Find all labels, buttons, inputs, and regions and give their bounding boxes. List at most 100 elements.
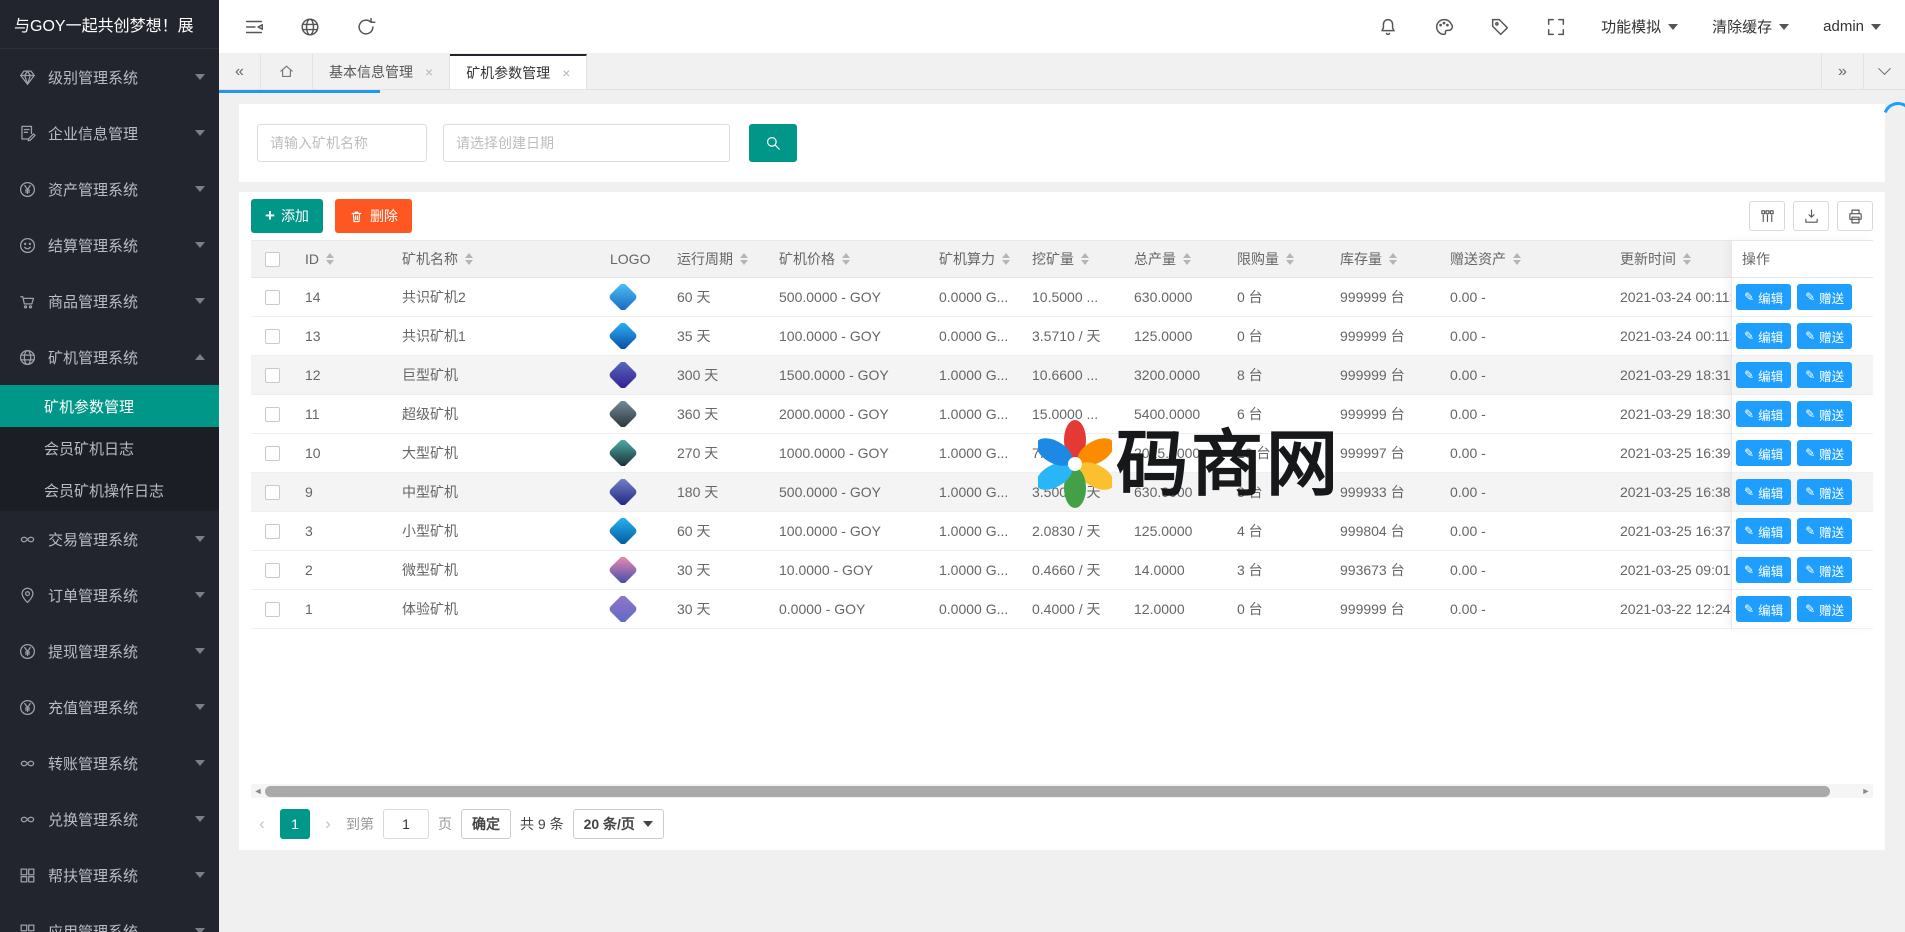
goto-page-input[interactable] — [383, 809, 429, 839]
next-page-icon[interactable]: › — [319, 814, 337, 834]
prev-page-icon[interactable]: ‹ — [253, 814, 271, 834]
gift-button[interactable]: ✎赠送 — [1797, 596, 1852, 622]
home-tab[interactable] — [261, 54, 313, 89]
row-checkbox[interactable] — [265, 290, 280, 305]
sidebar-item-应用管理系统[interactable]: 应用管理系统 — [0, 903, 219, 932]
edit-button[interactable]: ✎编辑 — [1736, 557, 1791, 583]
export-button[interactable] — [1793, 201, 1829, 231]
select-all-checkbox[interactable] — [265, 252, 280, 267]
edit-button[interactable]: ✎编辑 — [1736, 440, 1791, 466]
row-checkbox[interactable] — [265, 368, 280, 383]
sidebar-item-商品管理系统[interactable]: 商品管理系统 — [0, 273, 219, 329]
row-checkbox[interactable] — [265, 524, 280, 539]
sidebar-item-兑换管理系统[interactable]: 兑换管理系统 — [0, 791, 219, 847]
admin-user-menu[interactable]: admin — [1823, 18, 1881, 35]
create-date-input[interactable] — [443, 124, 730, 162]
tab-基本信息管理[interactable]: 基本信息管理× — [313, 54, 450, 89]
sidebar-item-矿机管理系统[interactable]: 矿机管理系统 — [0, 329, 219, 385]
row-checkbox[interactable] — [265, 329, 280, 344]
cell-limit: 8 台 — [1225, 482, 1328, 502]
horizontal-scrollbar[interactable]: ◄ ► — [251, 784, 1873, 798]
clear-cache-menu[interactable]: 清除缓存 — [1712, 16, 1789, 37]
close-icon[interactable]: × — [425, 64, 433, 80]
sort-toggle-icon[interactable] — [1081, 253, 1089, 265]
row-checkbox-cell — [251, 407, 293, 422]
row-checkbox[interactable] — [265, 563, 280, 578]
goto-confirm-button[interactable]: 确定 — [461, 809, 511, 839]
sidebar-subitem-会员矿机操作日志[interactable]: 会员矿机操作日志 — [0, 469, 219, 511]
sidebar-item-结算管理系统[interactable]: 结算管理系统 — [0, 217, 219, 273]
sidebar-item-label: 交易管理系统 — [48, 529, 138, 550]
table-scroll-region[interactable]: ID矿机名称LOGO运行周期矿机价格矿机算力挖矿量总产量限购量库存量赠送资产更新… — [251, 240, 1731, 629]
gift-button[interactable]: ✎赠送 — [1797, 284, 1852, 310]
add-button[interactable]: +添加 — [251, 199, 323, 233]
tabs-menu-button[interactable] — [1863, 54, 1905, 89]
gift-button[interactable]: ✎赠送 — [1797, 440, 1852, 466]
gift-button[interactable]: ✎赠送 — [1797, 479, 1852, 505]
function-simulate-menu[interactable]: 功能模拟 — [1601, 16, 1678, 37]
row-checkbox[interactable] — [265, 485, 280, 500]
cell-text-stock: 999997 台 — [1340, 443, 1405, 463]
sort-toggle-icon[interactable] — [1513, 253, 1521, 265]
notification-bell-icon[interactable] — [1377, 16, 1399, 38]
fullscreen-icon[interactable] — [1545, 16, 1567, 38]
sort-toggle-icon[interactable] — [1002, 253, 1010, 265]
search-button[interactable] — [749, 124, 797, 162]
page-size-select[interactable]: 20 条/页 — [573, 809, 664, 839]
sidebar-item-提现管理系统[interactable]: 提现管理系统 — [0, 623, 219, 679]
collapse-sidebar-icon[interactable] — [243, 16, 265, 38]
scroll-right-arrow-icon[interactable]: ► — [1859, 784, 1873, 798]
gift-button[interactable]: ✎赠送 — [1797, 362, 1852, 388]
scrollbar-thumb[interactable] — [265, 786, 1830, 797]
gift-button[interactable]: ✎赠送 — [1797, 401, 1852, 427]
sort-toggle-icon[interactable] — [1389, 253, 1397, 265]
sort-toggle-icon[interactable] — [465, 253, 473, 265]
sidebar-item-帮扶管理系统[interactable]: 帮扶管理系统 — [0, 847, 219, 903]
close-icon[interactable]: × — [562, 65, 570, 81]
row-checkbox[interactable] — [265, 407, 280, 422]
sort-toggle-icon[interactable] — [740, 253, 748, 265]
sidebar-item-充值管理系统[interactable]: 充值管理系统 — [0, 679, 219, 735]
edit-button[interactable]: ✎编辑 — [1736, 479, 1791, 505]
miner-name-input[interactable] — [257, 124, 427, 162]
pencil-icon: ✎ — [1805, 524, 1815, 538]
edit-button[interactable]: ✎编辑 — [1736, 401, 1791, 427]
sidebar-item-企业信息管理[interactable]: 企业信息管理 — [0, 105, 219, 161]
language-globe-icon[interactable] — [299, 16, 321, 38]
tabs-scroll-left-button[interactable]: « — [219, 54, 261, 89]
delete-button[interactable]: 删除 — [335, 199, 412, 233]
sidebar-subitem-会员矿机日志[interactable]: 会员矿机日志 — [0, 427, 219, 469]
row-checkbox[interactable] — [265, 446, 280, 461]
edit-button[interactable]: ✎编辑 — [1736, 323, 1791, 349]
edit-button[interactable]: ✎编辑 — [1736, 518, 1791, 544]
columns-filter-button[interactable] — [1749, 201, 1785, 231]
refresh-icon[interactable] — [355, 16, 377, 38]
print-button[interactable] — [1837, 201, 1873, 231]
sidebar-subitem-矿机参数管理[interactable]: 矿机参数管理 — [0, 385, 219, 427]
sort-toggle-icon[interactable] — [842, 253, 850, 265]
theme-palette-icon[interactable] — [1433, 16, 1455, 38]
tag-icon[interactable] — [1489, 16, 1511, 38]
gift-button[interactable]: ✎赠送 — [1797, 518, 1852, 544]
edit-button[interactable]: ✎编辑 — [1736, 284, 1791, 310]
sidebar-item-级别管理系统[interactable]: 级别管理系统 — [0, 49, 219, 105]
sidebar-item-转账管理系统[interactable]: 转账管理系统 — [0, 735, 219, 791]
sort-toggle-icon[interactable] — [1683, 253, 1691, 265]
sidebar-item-资产管理系统[interactable]: 资产管理系统 — [0, 161, 219, 217]
header-cell-矿机价格: 矿机价格 — [767, 249, 927, 269]
sidebar-item-订单管理系统[interactable]: 订单管理系统 — [0, 567, 219, 623]
tab-矿机参数管理[interactable]: 矿机参数管理× — [450, 54, 587, 89]
sort-toggle-icon[interactable] — [1183, 253, 1191, 265]
scroll-left-arrow-icon[interactable]: ◄ — [251, 784, 265, 798]
edit-button[interactable]: ✎编辑 — [1736, 362, 1791, 388]
edit-button[interactable]: ✎编辑 — [1736, 596, 1791, 622]
sidebar-item-交易管理系统[interactable]: 交易管理系统 — [0, 511, 219, 567]
row-checkbox[interactable] — [265, 602, 280, 617]
gift-button[interactable]: ✎赠送 — [1797, 323, 1852, 349]
gift-button[interactable]: ✎赠送 — [1797, 557, 1852, 583]
sort-toggle-icon[interactable] — [1286, 253, 1294, 265]
current-page-button[interactable]: 1 — [280, 809, 310, 839]
plus-icon: + — [265, 206, 275, 226]
tabs-scroll-right-button[interactable]: » — [1821, 54, 1863, 89]
sort-toggle-icon[interactable] — [326, 253, 334, 265]
